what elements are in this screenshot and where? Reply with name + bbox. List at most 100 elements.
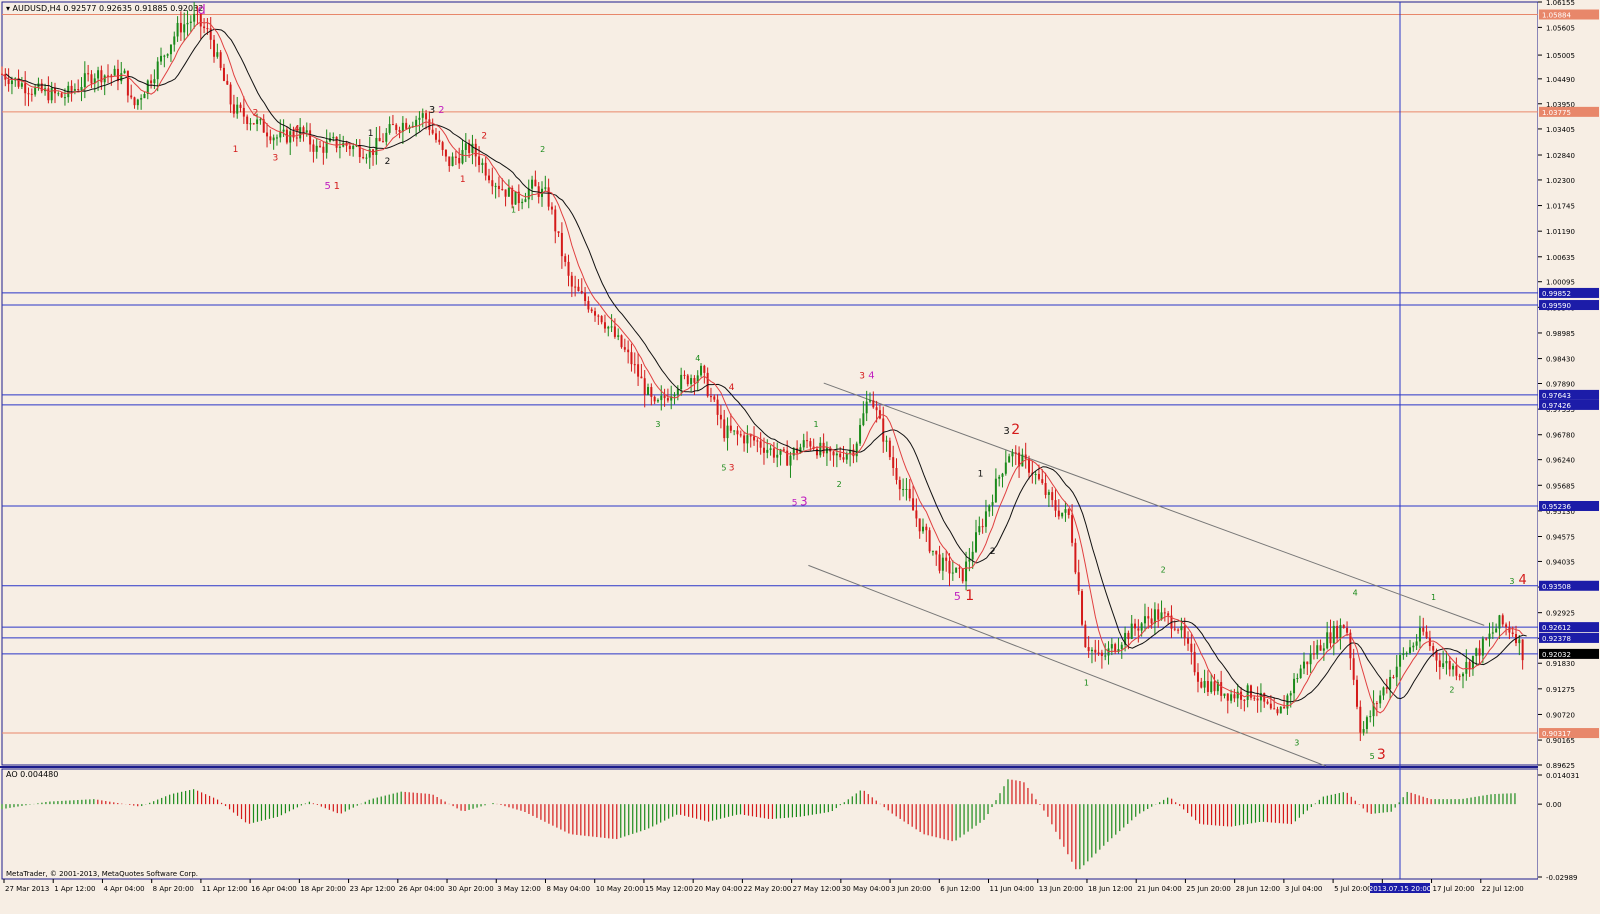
candle-body[interactable] <box>418 117 421 120</box>
candle-body[interactable] <box>1521 639 1524 661</box>
candle-body[interactable] <box>130 95 133 98</box>
candle-body[interactable] <box>398 130 401 132</box>
candle-body[interactable] <box>938 554 941 571</box>
candle-body[interactable] <box>1296 677 1299 679</box>
candle-body[interactable] <box>905 488 908 490</box>
candle-body[interactable] <box>865 401 868 414</box>
candle-body[interactable] <box>1034 474 1037 476</box>
candle-body[interactable] <box>1001 473 1004 477</box>
candle-body[interactable] <box>1395 666 1398 678</box>
candle-body[interactable] <box>1412 645 1415 648</box>
candle-body[interactable] <box>988 505 991 512</box>
candle-body[interactable] <box>1369 716 1372 718</box>
candle-body[interactable] <box>425 113 428 120</box>
candle-body[interactable] <box>640 376 643 379</box>
candle-body[interactable] <box>1365 717 1368 730</box>
candle-body[interactable] <box>527 188 530 200</box>
candle-body[interactable] <box>603 322 606 329</box>
candle-body[interactable] <box>1438 660 1441 667</box>
candle-body[interactable] <box>766 449 769 453</box>
candle-body[interactable] <box>729 425 732 431</box>
candle-body[interactable] <box>1425 631 1428 638</box>
candle-body[interactable] <box>941 557 944 571</box>
candle-body[interactable] <box>1163 612 1166 614</box>
candle-body[interactable] <box>1269 703 1272 709</box>
candle-body[interactable] <box>1190 643 1193 652</box>
candle-body[interactable] <box>213 39 216 57</box>
candle-body[interactable] <box>1084 624 1087 648</box>
candle-body[interactable] <box>1200 681 1203 688</box>
candle-body[interactable] <box>1432 646 1435 651</box>
candle-body[interactable] <box>862 413 865 426</box>
candle-body[interactable] <box>338 146 341 148</box>
candle-body[interactable] <box>1359 706 1362 733</box>
candle-body[interactable] <box>391 124 394 126</box>
candle-body[interactable] <box>762 447 765 453</box>
candle-body[interactable] <box>1405 652 1408 654</box>
candle-body[interactable] <box>206 28 209 30</box>
candle-body[interactable] <box>1004 462 1007 474</box>
candle-body[interactable] <box>305 130 308 133</box>
candle-body[interactable] <box>958 567 961 569</box>
candle-body[interactable] <box>587 301 590 310</box>
candle-body[interactable] <box>1382 687 1385 696</box>
candle-body[interactable] <box>693 378 696 383</box>
candle-body[interactable] <box>567 261 570 276</box>
candle-body[interactable] <box>309 130 312 145</box>
candle-body[interactable] <box>464 143 467 150</box>
candle-body[interactable] <box>607 326 610 329</box>
candle-body[interactable] <box>1442 663 1445 667</box>
candle-body[interactable] <box>375 137 378 155</box>
candle-body[interactable] <box>461 149 464 164</box>
candle-body[interactable] <box>1177 629 1180 631</box>
candle-body[interactable] <box>302 127 305 133</box>
candle-body[interactable] <box>1283 706 1286 709</box>
candle-body[interactable] <box>1213 681 1216 692</box>
candle-body[interactable] <box>246 116 249 124</box>
candle-body[interactable] <box>239 104 242 108</box>
candle-body[interactable] <box>160 55 163 62</box>
candle-body[interactable] <box>1236 691 1239 699</box>
candle-body[interactable] <box>332 136 335 139</box>
candle-body[interactable] <box>1511 632 1514 635</box>
candle-body[interactable] <box>978 526 981 533</box>
candle-body[interactable] <box>497 185 500 190</box>
candle-body[interactable] <box>1081 591 1084 625</box>
candle-body[interactable] <box>222 67 225 81</box>
candle-body[interactable] <box>1399 655 1402 667</box>
candle-body[interactable] <box>882 418 885 442</box>
candle-body[interactable] <box>570 275 573 287</box>
candle-body[interactable] <box>1279 706 1282 714</box>
candle-body[interactable] <box>153 79 156 84</box>
candle-body[interactable] <box>1508 627 1511 633</box>
candle-body[interactable] <box>458 157 461 164</box>
candle-body[interactable] <box>600 316 603 323</box>
candle-body[interactable] <box>1008 456 1011 463</box>
candle-body[interactable] <box>590 309 593 312</box>
candle-body[interactable] <box>242 107 245 117</box>
candle-body[interactable] <box>971 551 974 560</box>
candle-body[interactable] <box>835 453 838 456</box>
candle-body[interactable] <box>1064 509 1067 513</box>
candle-body[interactable] <box>1273 708 1276 710</box>
candle-body[interactable] <box>915 510 918 519</box>
candle-body[interactable] <box>193 13 196 22</box>
candle-body[interactable] <box>809 441 812 447</box>
candle-body[interactable] <box>759 441 762 448</box>
candle-body[interactable] <box>431 129 434 134</box>
candle-body[interactable] <box>1326 632 1329 649</box>
candle-body[interactable] <box>1332 625 1335 644</box>
candle-body[interactable] <box>1220 682 1223 696</box>
candle-body[interactable] <box>1130 623 1133 640</box>
candle-body[interactable] <box>1452 665 1455 670</box>
candle-body[interactable] <box>951 572 954 574</box>
candle-body[interactable] <box>315 145 318 152</box>
candle-body[interactable] <box>1392 677 1395 679</box>
candle-body[interactable] <box>1346 627 1349 633</box>
candle-body[interactable] <box>186 22 189 25</box>
candle-body[interactable] <box>806 440 809 442</box>
candle-body[interactable] <box>577 286 580 292</box>
candle-body[interactable] <box>1485 638 1488 640</box>
candle-body[interactable] <box>269 136 272 141</box>
candle-body[interactable] <box>1501 615 1504 625</box>
